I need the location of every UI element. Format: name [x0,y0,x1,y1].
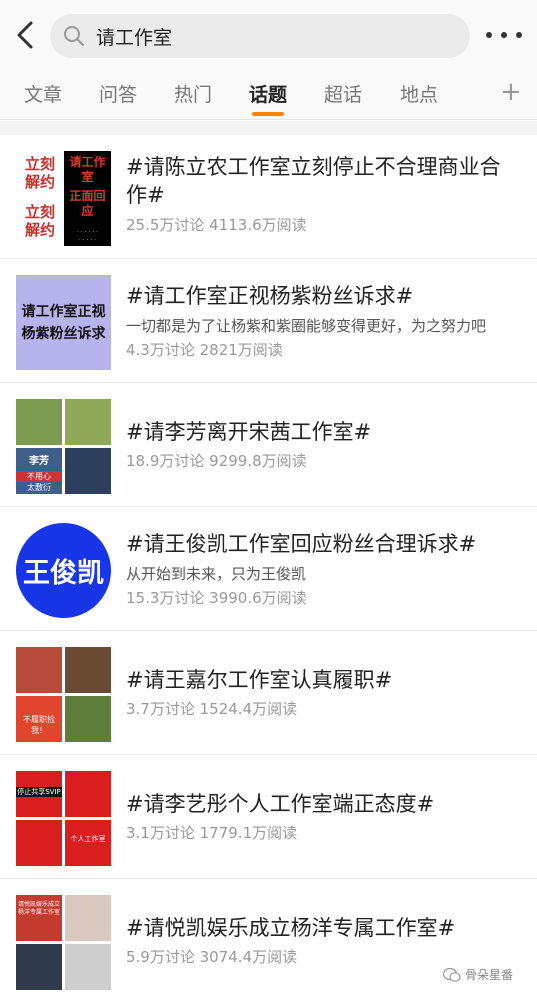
topic-item[interactable]: 停止共享SVIP 个人工作室 #请李艺彤个人工作室端正态度# 3.1万讨论 17… [0,755,537,879]
tab-articles[interactable]: 文章 [24,80,62,107]
tab-places[interactable]: 地点 [400,80,438,107]
topic-title: #请悦凯娱乐成立杨洋专属工作室# [126,916,456,940]
topic-thumbnail: 请悦凯娱乐成立杨洋专属工作室 [16,895,111,990]
topic-title: #请李芳离开宋茜工作室# [126,420,372,444]
topic-description: 从开始到未来，只为王俊凯 [126,565,307,583]
topic-thumbnail: 立刻 解约 立刻 解约 请工作室 正面回应 · · · · · · · · · ·… [16,151,111,246]
tab-hot[interactable]: 热门 [174,80,212,107]
top-bar: 请工作室 [0,0,537,68]
topic-title: #请王嘉尔工作室认真履职# [126,668,393,692]
section-divider [0,121,537,135]
watermark: 骨朵星番 [443,966,513,983]
tab-topics[interactable]: 话题 [249,80,287,107]
search-icon [64,26,84,46]
topic-stats: 18.9万讨论 9299.8万阅读 [126,452,307,470]
active-tab-indicator [252,112,284,116]
more-options-button[interactable] [486,24,522,46]
wechat-icon [443,967,461,982]
add-tab-button[interactable]: + [500,79,522,105]
topic-title: #请李艺彤个人工作室端正态度# [126,792,435,816]
tab-super-topics[interactable]: 超话 [324,80,362,107]
topic-thumbnail: 不履职捡我！ [16,647,111,742]
topic-thumbnail: 请工作室正视 杨紫粉丝诉求 [16,275,111,370]
search-query: 请工作室 [96,26,173,49]
dot-icon [486,32,492,38]
topic-title: #请工作室正视杨紫粉丝诉求# [126,284,414,308]
topic-stats: 5.9万讨论 3074.4万阅读 [126,948,298,966]
topic-stats: 4.3万讨论 2821万阅读 [126,341,283,359]
topic-thumbnail: 李芳 不用心 太敷衍 [16,399,111,494]
topic-stats: 3.1万讨论 1779.1万阅读 [126,824,298,842]
topic-thumbnail: 王俊凯 [16,523,111,618]
topic-item[interactable]: 王俊凯 #请王俊凯工作室回应粉丝合理诉求# 从开始到未来，只为王俊凯 15.3万… [0,507,537,631]
topic-item[interactable]: 请工作室正视 杨紫粉丝诉求 #请工作室正视杨紫粉丝诉求# 一切都是为了让杨紫和紫圈… [0,259,537,383]
topic-stats: 15.3万讨论 3990.6万阅读 [126,589,307,607]
back-button[interactable] [10,17,40,53]
topic-stats: 25.5万讨论 4113.6万阅读 [126,216,307,234]
dot-icon [501,32,507,38]
topic-description: 一切都是为了让杨紫和紫圈能够变得更好，为之努力吧 [126,317,487,335]
dot-icon [516,32,522,38]
tab-qa[interactable]: 问答 [99,80,137,107]
tab-bar: 文章 问答 热门 话题 超话 地点 + [0,68,537,120]
topic-item[interactable]: 李芳 不用心 太敷衍 #请李芳离开宋茜工作室# 18.9万讨论 9299.8万阅… [0,383,537,507]
topic-item[interactable]: 立刻 解约 立刻 解约 请工作室 正面回应 · · · · · · · · · ·… [0,135,537,259]
topic-thumbnail: 停止共享SVIP 个人工作室 [16,771,111,866]
topic-title: #请陈立农工作室立刻停止不合理商业合作# [126,155,501,207]
topic-title: #请王俊凯工作室回应粉丝合理诉求# [126,532,477,556]
chevron-left-icon [17,21,33,49]
topic-stats: 3.7万讨论 1524.4万阅读 [126,700,298,718]
search-input[interactable]: 请工作室 [50,14,470,58]
watermark-text: 骨朵星番 [465,968,514,982]
topic-item[interactable]: 不履职捡我！ #请王嘉尔工作室认真履职# 3.7万讨论 1524.4万阅读 [0,631,537,755]
